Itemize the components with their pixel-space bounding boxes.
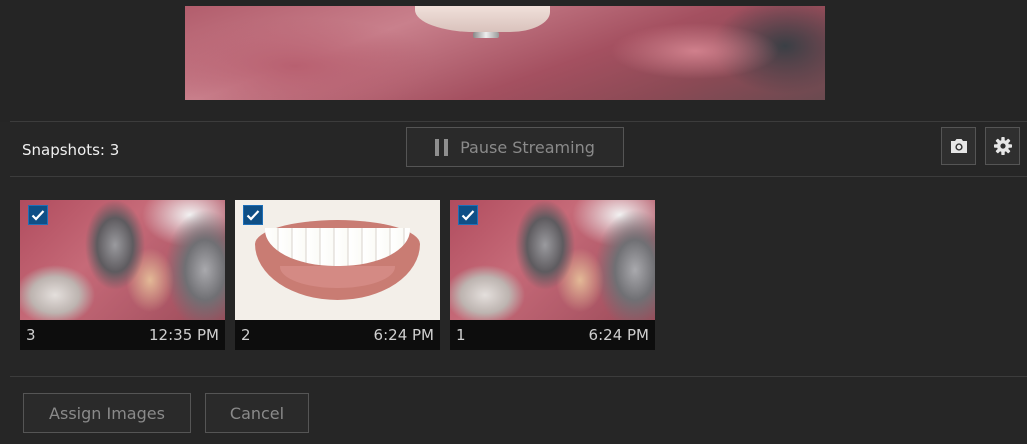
snapshots-count: Snapshots: 3 [22,141,120,159]
checkmark-icon [31,210,45,221]
snapshot-number: 1 [456,326,466,344]
pause-streaming-label: Pause Streaming [460,137,595,157]
snapshot-caption: 1 6:24 PM [450,320,655,350]
checkmark-icon [246,210,260,221]
snapshot-time: 6:24 PM [373,326,434,344]
snapshot-thumbnail[interactable]: 3 12:35 PM [20,200,225,350]
capture-snapshot-button[interactable] [941,127,976,165]
gear-icon [993,137,1012,155]
settings-button[interactable] [985,127,1020,165]
snapshot-thumbnail[interactable]: 2 6:24 PM [235,200,440,350]
video-metal-glint [473,32,499,38]
camera-icon [950,139,967,153]
snapshot-image [235,200,440,320]
snapshot-image [20,200,225,320]
live-video-feed [185,6,825,100]
snapshot-time: 6:24 PM [588,326,649,344]
snapshot-caption: 2 6:24 PM [235,320,440,350]
snapshot-checkbox[interactable] [28,205,48,225]
live-preview-area [0,0,1027,122]
snapshot-image [450,200,655,320]
pause-icon [435,138,449,156]
pause-streaming-button[interactable]: Pause Streaming [406,127,624,167]
video-tooth [415,6,550,32]
snapshot-time: 12:35 PM [149,326,219,344]
snapshot-checkbox[interactable] [458,205,478,225]
assign-images-button[interactable]: Assign Images [23,393,191,433]
cancel-button[interactable]: Cancel [205,393,309,433]
snapshot-number: 3 [26,326,36,344]
snapshot-caption: 3 12:35 PM [20,320,225,350]
snapshot-checkbox[interactable] [243,205,263,225]
snapshot-thumbnail[interactable]: 1 6:24 PM [450,200,655,350]
snapshot-number: 2 [241,326,251,344]
checkmark-icon [461,210,475,221]
